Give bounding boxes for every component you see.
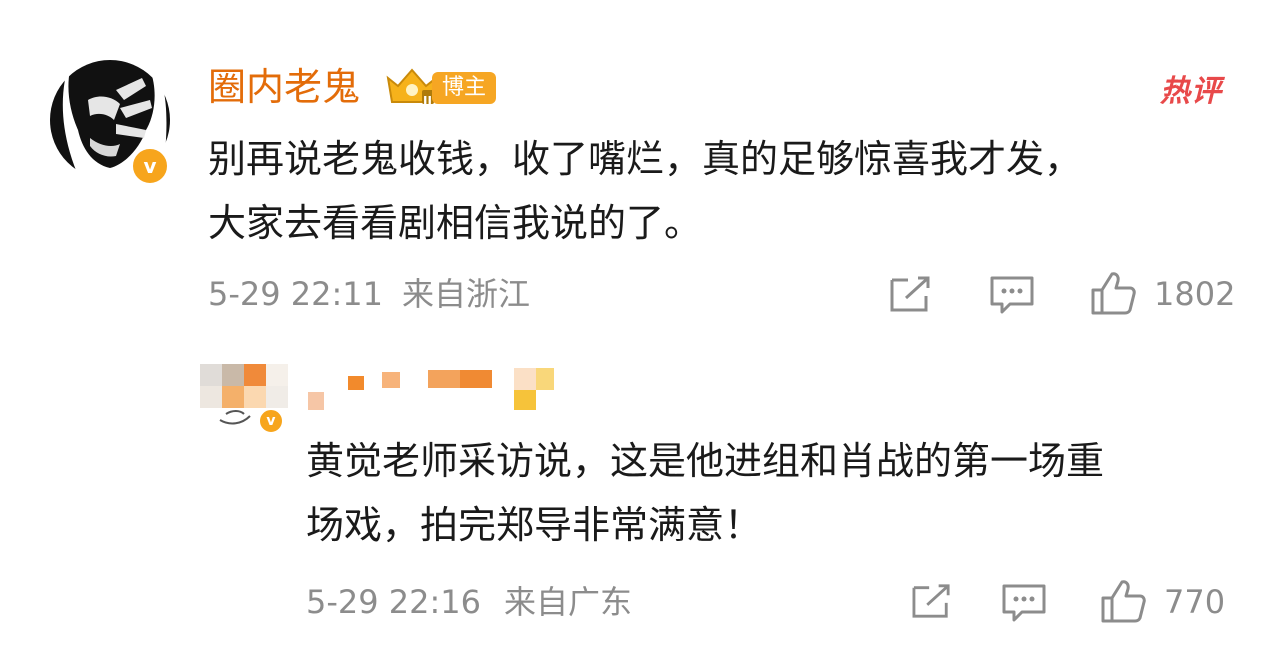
verified-badge: v [258, 408, 284, 434]
reply-text-line-1: 黄觉老师采访说，这是他进组和肖战的第一场重 [306, 439, 1105, 483]
share-icon[interactable] [888, 274, 934, 314]
obscured-username[interactable] [308, 366, 558, 412]
like-icon[interactable] [1100, 578, 1148, 624]
timestamp: 5-29 22:11 [208, 275, 384, 313]
username[interactable]: 圈内老鬼 [208, 62, 360, 112]
verified-badge: v [130, 146, 170, 186]
comment-text-line-2: 大家去看看剧相信我说的了。 [208, 201, 703, 245]
share-icon[interactable] [910, 582, 954, 620]
reply-text-line-2: 场戏，拍完郑导非常满意！ [306, 503, 763, 547]
comment-icon[interactable] [1000, 582, 1048, 622]
location: 来自浙江 [402, 275, 531, 313]
comment-text-line-1: 别再说老鬼收钱，收了嘴烂，真的足够惊喜我才发， [208, 137, 1083, 181]
hot-comment-tag: 热评 [1160, 74, 1222, 109]
like-icon[interactable] [1090, 270, 1138, 316]
reply-like-count: 770 [1164, 583, 1226, 621]
reply-location: 来自广东 [504, 583, 633, 621]
comment-icon[interactable] [988, 274, 1036, 314]
like-count: 1802 [1154, 275, 1236, 313]
reply-timestamp: 5-29 22:16 [306, 583, 482, 621]
blogger-badge: 博主 [432, 72, 497, 104]
level-text: II [423, 94, 432, 108]
